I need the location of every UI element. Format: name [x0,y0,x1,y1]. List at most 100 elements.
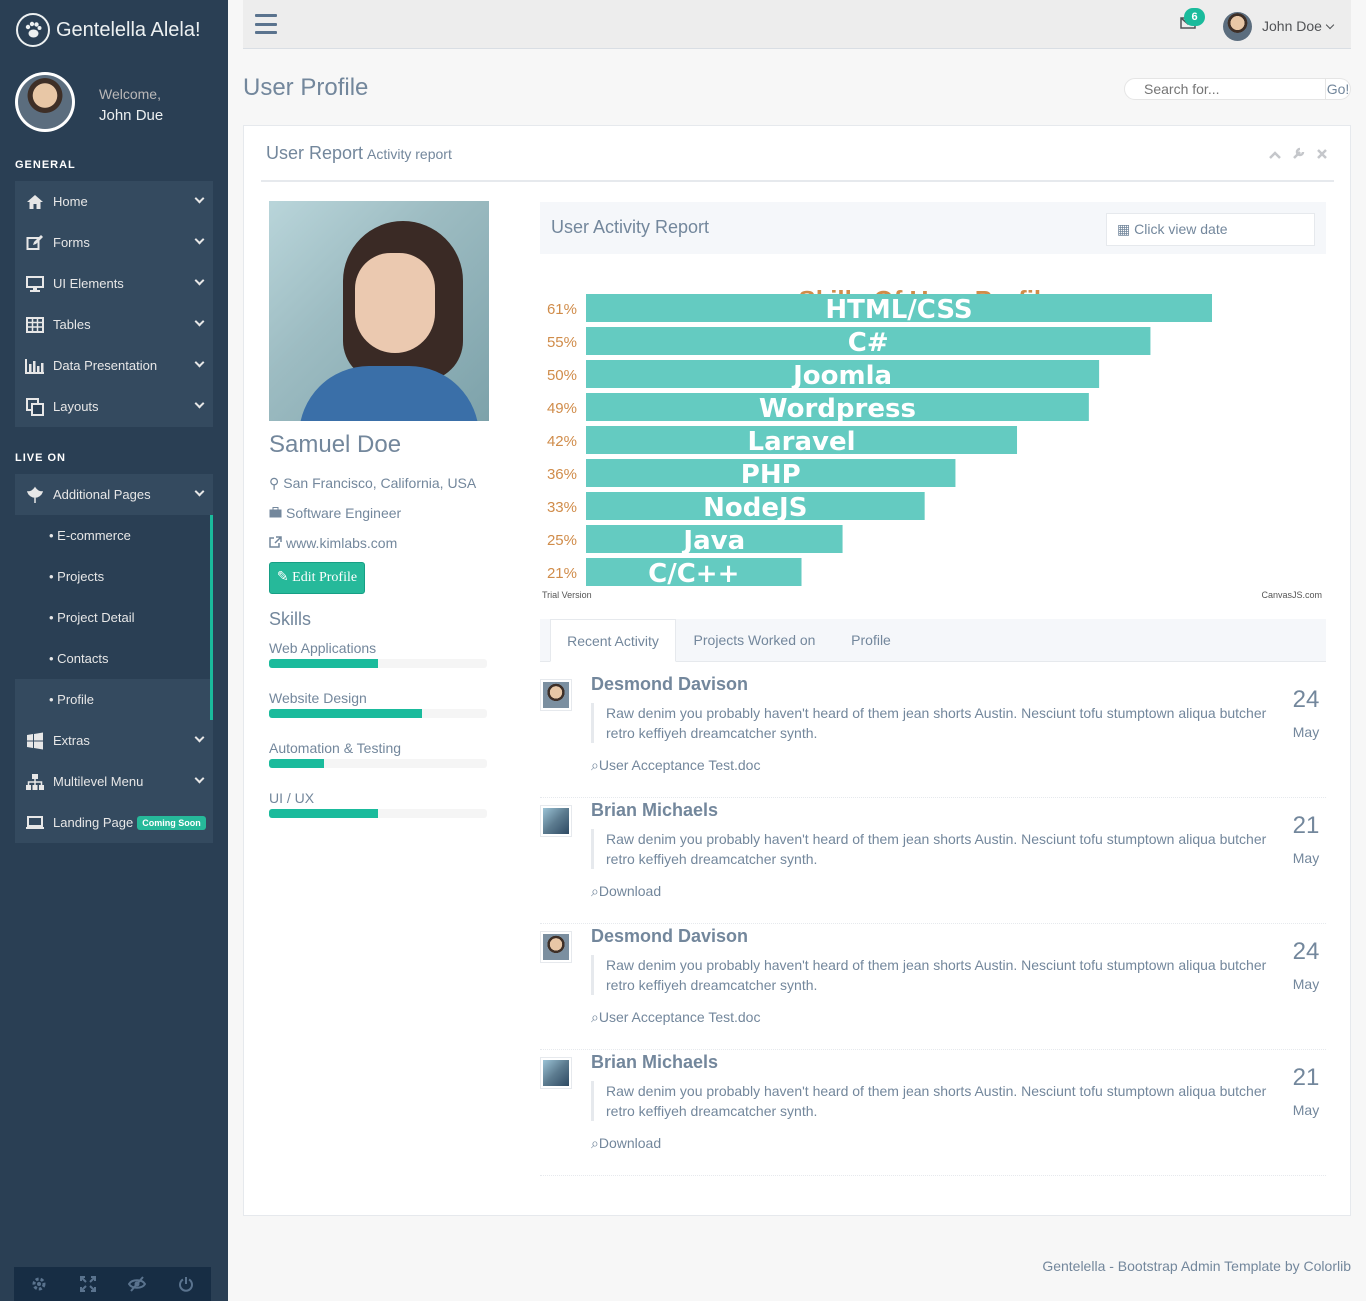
edit-profile-button[interactable]: ✎ Edit Profile [269,562,365,594]
windows-icon [24,732,46,750]
skills-title: Skills [269,609,312,629]
chart-value-label: 42% [547,433,577,450]
activity-author[interactable]: Desmond Davison [591,926,748,947]
additional-pages-submenu: • E-commerce • Projects • Project Detail… [15,515,213,720]
date-picker-button[interactable]: ▦ Click view date [1106,213,1315,246]
briefcase-icon [269,505,282,521]
attachment-label: User Acceptance Test.doc [598,757,761,773]
sidebar-item-data-presentation[interactable]: Data Presentation [15,345,213,386]
sidebar-item-landing-page[interactable]: Landing Page Coming Soon [15,802,213,843]
chevron-down-icon [194,357,205,368]
sitemap-icon [24,773,46,791]
chart-value-label: 50% [547,367,577,384]
sidebar-item-layouts[interactable]: Layouts [15,386,213,427]
profile-name: Samuel Doe [269,431,402,458]
user-report-panel: User Report Activity report Samuel Doe ⚲ S… [243,125,1351,1216]
logout-icon[interactable] [162,1267,211,1301]
fullscreen-icon[interactable] [63,1267,112,1301]
sidebar-item-forms[interactable]: Forms [15,222,213,263]
skills-bar-chart: Skills Of User Profile61%HTML/CSS55%C#50… [542,285,1322,600]
avatar-desmond [540,679,572,711]
activity-attachment[interactable]: ⌕Download [591,1135,661,1152]
skill-label: Automation & Testing [269,740,402,756]
general-menu: Home Forms UI Elements Tables Data Prese… [15,181,213,427]
chart-category-label: C# [848,328,889,358]
skill-item: Website Design [269,690,487,718]
chart-header: User Activity Report ▦ Click view date [540,202,1326,254]
sidebar-item-tables[interactable]: Tables [15,304,213,345]
skill-label: UI / UX [269,790,315,806]
chart-category-label: Joomla [791,361,892,391]
skill-progress [269,709,487,718]
edit-icon [24,234,46,252]
search-group: Go! [1124,78,1351,100]
sidebar-item-ecommerce[interactable]: • E-commerce [15,515,210,556]
home-icon [24,193,46,211]
sidebar-item-contacts[interactable]: • Contacts [15,638,210,679]
chart-credit-left: Trial Version [542,590,592,600]
chevron-down-icon [194,773,205,784]
panel-subtitle: Activity report [367,146,452,162]
lock-icon[interactable] [113,1267,162,1301]
sidebar-item-projects[interactable]: • Projects [15,556,210,597]
activity-attachment[interactable]: ⌕User Acceptance Test.doc [591,757,760,774]
skill-label: Website Design [269,690,367,706]
sidebar-item-multilevel-menu[interactable]: Multilevel Menu [15,761,213,802]
activity-item: Brian Michaels Raw denim you probably ha… [540,1050,1326,1176]
search-go-button[interactable]: Go! [1326,78,1351,100]
sidebar-item-profile[interactable]: • Profile [15,679,210,720]
tab-profile[interactable]: Profile [833,619,909,662]
sidebar-item-home[interactable]: Home [15,181,213,222]
user-menu[interactable]: John Doe [1262,18,1335,34]
sidebar-item-ui-elements[interactable]: UI Elements [15,263,213,304]
profile-job-text: Software Engineer [286,505,402,521]
panel-title-text: User Report [266,143,364,163]
activity-author[interactable]: Brian Michaels [591,800,718,821]
settings-icon[interactable] [14,1267,63,1301]
activity-item: Brian Michaels Raw denim you probably ha… [540,798,1326,924]
menu-toggle-icon[interactable] [255,14,277,34]
activity-attachment[interactable]: ⌕User Acceptance Test.doc [591,1009,760,1026]
activity-attachment[interactable]: ⌕Download [591,883,661,900]
activity-text: Raw denim you probably haven't heard of … [591,1081,1291,1121]
brand-link[interactable]: Gentelella Alela! [16,12,201,48]
activity-day: 21 [1292,812,1320,839]
edit-icon: ✎ [276,570,289,585]
desktop-icon [24,275,46,293]
profile-website[interactable]: www.kimlabs.com [269,535,397,551]
wrench-icon[interactable] [1293,146,1305,162]
section-live-on: LIVE ON [15,452,67,464]
chevron-down-icon [194,234,205,245]
activity-item: Desmond Davison Raw denim you probably h… [540,672,1326,798]
skill-item: UI / UX [269,790,487,818]
sidebar-item-label: Home [53,194,88,209]
skill-progress [269,809,487,818]
chart-category-label: HTML/CSS [825,295,972,325]
external-link-icon [269,535,282,551]
tab-projects-worked-on[interactable]: Projects Worked on [682,619,827,662]
brand-title: Gentelella Alela! [56,18,201,41]
paperclip-icon: ⌕ [591,1135,599,1151]
chart-category-label: PHP [741,460,801,490]
sidebar-item-label: Data Presentation [53,358,158,373]
mail-count-badge: 6 [1184,8,1205,26]
close-icon[interactable] [1317,146,1327,162]
table-icon [24,316,46,334]
collapse-icon[interactable] [1269,146,1281,162]
sidebar-footer [14,1267,211,1301]
chart-credit-right: CanvasJS.com [1261,590,1322,600]
user-avatar[interactable] [1223,12,1252,41]
activity-author[interactable]: Brian Michaels [591,1052,718,1073]
calendar-icon: ▦ [1117,221,1131,237]
sidebar-item-additional-pages[interactable]: Additional Pages [15,474,213,515]
avatar-desmond [540,931,572,963]
welcome-user-name: John Due [99,107,164,124]
section-general: GENERAL [15,159,76,171]
sidebar-item-extras[interactable]: Extras [15,720,213,761]
tab-recent-activity[interactable]: Recent Activity [550,619,676,662]
search-input[interactable] [1124,78,1326,100]
activity-author[interactable]: Desmond Davison [591,674,748,695]
chart-value-label: 61% [547,301,577,318]
sidebar-item-project-detail[interactable]: • Project Detail [15,597,210,638]
activity-tabs: Recent Activity Projects Worked on Profi… [540,619,1326,662]
